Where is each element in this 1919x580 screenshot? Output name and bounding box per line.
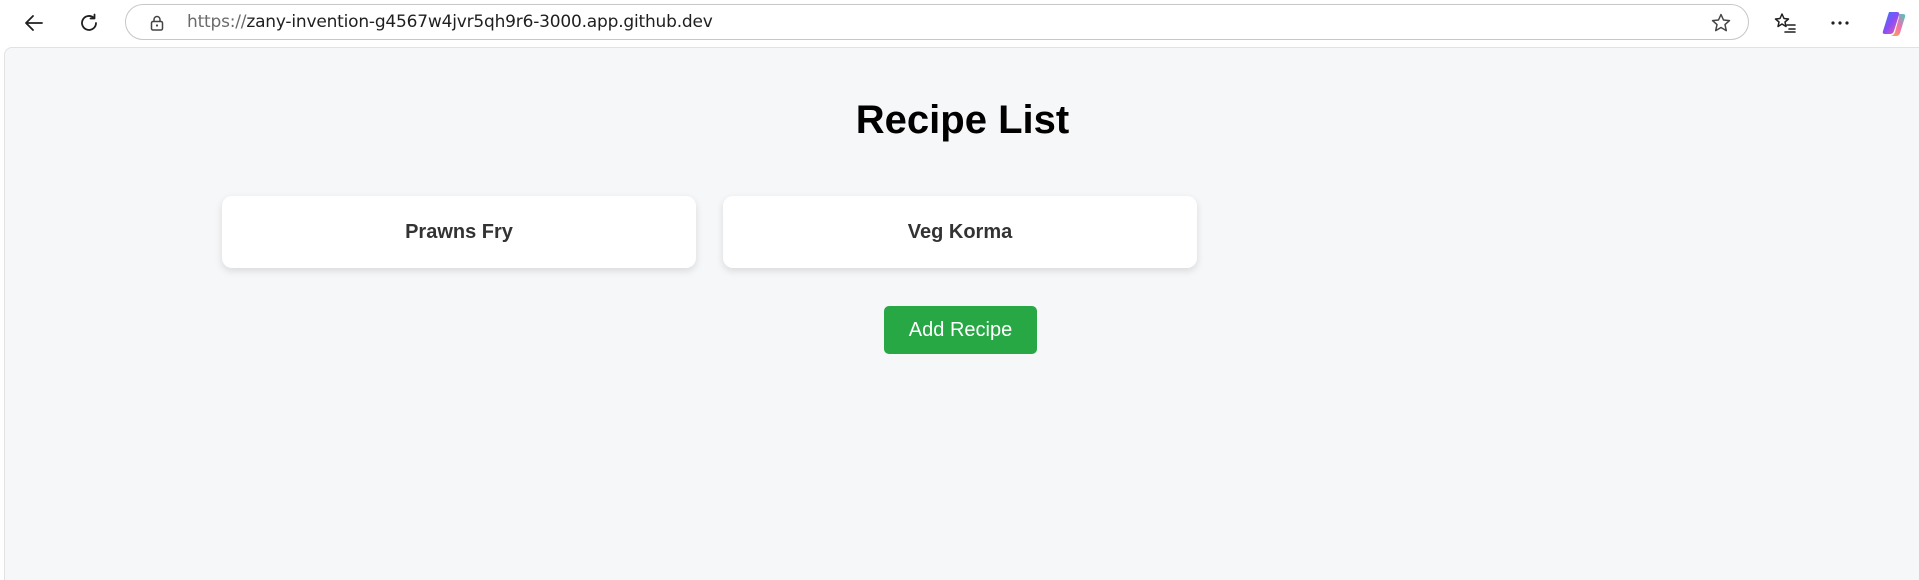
recipe-card[interactable]: Veg Korma [723,196,1197,268]
lock-icon[interactable] [148,14,166,32]
more-icon [1831,21,1849,25]
more-button[interactable] [1823,6,1857,40]
url-prefix: https:// [187,12,247,32]
favorites-icon [1774,13,1796,33]
refresh-button[interactable] [72,6,106,40]
url-text[interactable]: https://zany-invention-g4567w4jvr5qh9r6-… [187,5,713,39]
recipe-card[interactable]: Prawns Fry [222,196,696,268]
favorites-button[interactable] [1768,6,1802,40]
url-host: zany-invention-g4567w4jvr5qh9r6-3000.app… [246,12,713,32]
refresh-icon [81,13,97,31]
recipe-name: Veg Korma [907,220,1013,243]
back-button[interactable] [17,6,51,40]
recipe-name: Prawns Fry [405,220,513,243]
back-icon [25,15,43,31]
add-recipe-button[interactable]: Add Recipe [884,306,1037,354]
address-bar[interactable]: https://zany-invention-g4567w4jvr5qh9r6-… [125,4,1749,40]
page-title: Recipe List [855,98,1070,142]
star-icon[interactable] [1710,12,1732,34]
browser-toolbar: https://zany-invention-g4567w4jvr5qh9r6-… [0,0,1919,46]
page-viewport: Recipe List Prawns Fry Veg Korma Add Rec… [4,47,1919,580]
copilot-button[interactable] [1877,6,1911,40]
copilot-icon [1882,12,1906,36]
